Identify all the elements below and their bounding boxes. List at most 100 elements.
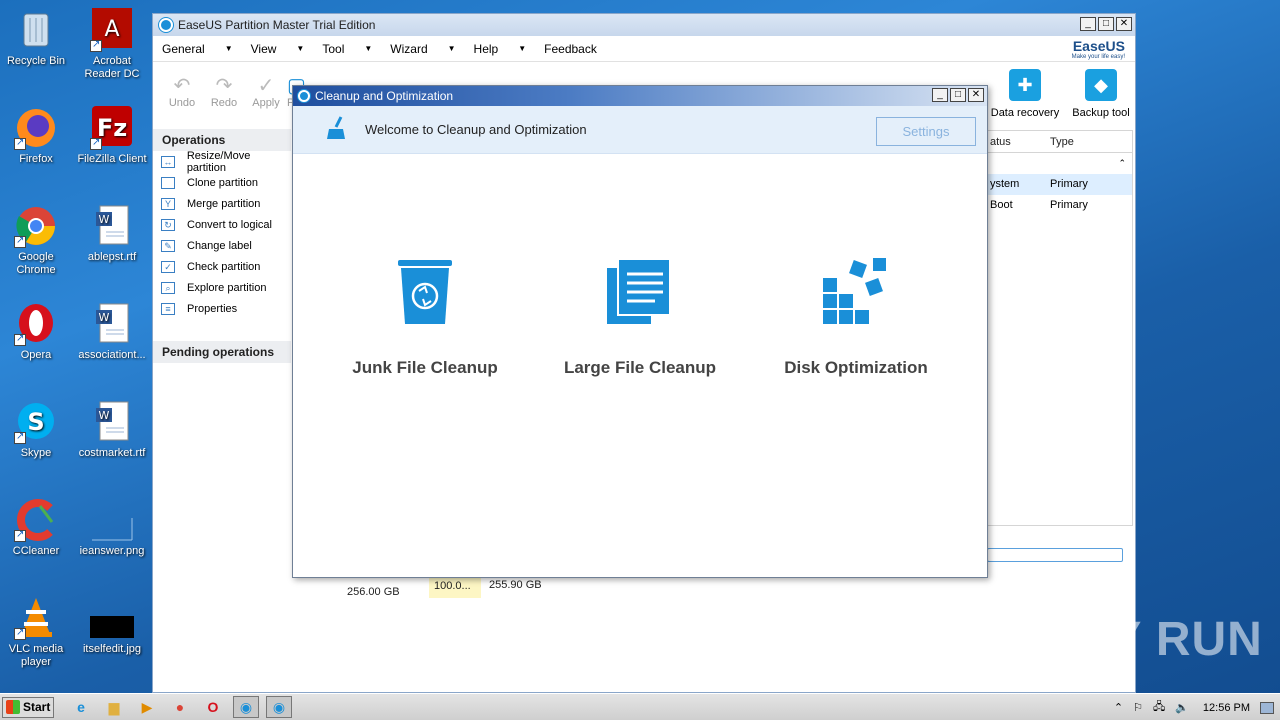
disk-optimization-icon bbox=[751, 256, 961, 326]
settings-button[interactable]: Settings bbox=[876, 117, 976, 146]
dialog-controls: _ □ ✕ bbox=[932, 88, 984, 102]
maximize-button[interactable]: □ bbox=[1098, 17, 1114, 31]
menu-feedback[interactable]: Feedback bbox=[544, 42, 597, 56]
disk-used-percent[interactable]: 100.0... bbox=[429, 578, 481, 598]
minimize-button[interactable]: _ bbox=[1080, 17, 1096, 31]
taskbar-easeus-main[interactable]: ◉ bbox=[233, 696, 259, 718]
merge-icon: Y bbox=[161, 197, 175, 210]
menu-view[interactable]: View ▼ bbox=[251, 42, 305, 56]
brand-tagline: Make your life easy! bbox=[1071, 54, 1125, 60]
main-window-controls: _ □ ✕ bbox=[1080, 17, 1132, 31]
op-label: Convert to logical bbox=[187, 218, 272, 231]
internet-explorer-icon: e bbox=[77, 699, 85, 715]
data-recovery-button[interactable]: ✚ Data recovery bbox=[987, 67, 1063, 119]
svg-text:S: S bbox=[27, 408, 44, 436]
disk-optimization-card[interactable]: Disk Optimization bbox=[751, 256, 961, 378]
word-doc-icon: W bbox=[90, 302, 134, 346]
firefox-icon bbox=[14, 106, 58, 150]
desktop-icon-opera[interactable]: Opera bbox=[0, 302, 74, 362]
easeus-logo: EaseUS Make your life easy! bbox=[1072, 38, 1125, 60]
op-explore-partition[interactable]: ⌕ Explore partition bbox=[153, 277, 291, 298]
backup-tool-button[interactable]: ◆ Backup tool bbox=[1063, 67, 1139, 119]
desktop-icon-recycle-bin[interactable]: Recycle Bin bbox=[0, 8, 74, 68]
disk-size: 256.00 GB bbox=[347, 586, 400, 598]
start-label: Start bbox=[23, 700, 51, 714]
system-tray: ⌃ ⚐ 🖧 🔈 12:56 PM bbox=[1104, 698, 1274, 717]
desktop-icon-filezilla[interactable]: Fz FileZilla Client bbox=[74, 106, 150, 166]
menu-wizard[interactable]: Wizard ▼ bbox=[390, 42, 455, 56]
menu-help[interactable]: Help ▼ bbox=[474, 42, 527, 56]
desktop-icon-costmarket[interactable]: W costmarket.rtf bbox=[74, 400, 150, 460]
dialog-title-bar[interactable]: Cleanup and Optimization bbox=[293, 86, 987, 106]
brand-name: EaseUS bbox=[1072, 38, 1125, 54]
op-label: Merge partition bbox=[187, 197, 261, 210]
desktop-icon-vlc[interactable]: VLC media player bbox=[0, 596, 74, 669]
taskbar-media-player[interactable]: ▶ bbox=[134, 696, 160, 718]
desktop-icon-itselfedit[interactable]: itselfedit.jpg bbox=[74, 596, 150, 656]
desktop-icon-label: CCleaner bbox=[12, 545, 60, 557]
op-properties[interactable]: ≡ Properties bbox=[153, 298, 291, 319]
op-resize-move[interactable]: ↔ Resize/Move partition bbox=[153, 150, 291, 174]
desktop-icon-firefox[interactable]: Firefox bbox=[0, 106, 74, 166]
close-button[interactable]: ✕ bbox=[968, 88, 984, 102]
operations-sidebar: Operations ↔ Resize/Move partition Clone … bbox=[153, 129, 291, 363]
taskbar-explorer[interactable]: ▆ bbox=[101, 696, 127, 718]
junk-file-cleanup-label: Junk File Cleanup bbox=[352, 358, 498, 377]
desktop-icon-chrome[interactable]: Google Chrome bbox=[0, 204, 74, 277]
network-icon[interactable]: 🖧 bbox=[1153, 698, 1165, 717]
desktop-icon-label: Skype bbox=[20, 447, 52, 459]
desktop-icon-acrobat[interactable]: A Acrobat Reader DC bbox=[74, 8, 150, 81]
table-row[interactable]: ystem Primary bbox=[988, 174, 1132, 195]
desktop-icon-label: FileZilla Client bbox=[77, 153, 147, 165]
minimize-button[interactable]: _ bbox=[932, 88, 948, 102]
svg-text:A: A bbox=[104, 17, 119, 42]
apply-icon: ✓ bbox=[257, 75, 275, 97]
column-status[interactable]: atus bbox=[988, 131, 1048, 152]
taskbar-chrome[interactable]: ● bbox=[167, 696, 193, 718]
desktop-icon-label: Opera bbox=[20, 349, 52, 361]
taskbar-ie[interactable]: e bbox=[68, 696, 94, 718]
cleanup-dialog: Cleanup and Optimization _ □ ✕ Welcome t… bbox=[292, 85, 988, 578]
tray-expand-icon[interactable]: ⌃ bbox=[1114, 701, 1123, 714]
dialog-title: Cleanup and Optimization bbox=[315, 89, 454, 103]
desktop-icon-skype[interactable]: S Skype bbox=[0, 400, 74, 460]
column-type[interactable]: Type bbox=[1048, 131, 1118, 152]
op-clone[interactable]: Clone partition bbox=[153, 172, 291, 193]
chevron-down-icon: ▼ bbox=[296, 44, 305, 53]
folder-icon: ▆ bbox=[108, 698, 120, 715]
desktop-icon-label: VLC media player bbox=[8, 643, 64, 668]
volume-icon[interactable]: 🔈 bbox=[1175, 701, 1189, 714]
start-button[interactable]: Start bbox=[2, 696, 54, 718]
clock[interactable]: 12:56 PM bbox=[1203, 702, 1250, 714]
apply-button[interactable]: ✓ Apply bbox=[245, 63, 287, 120]
action-center-flag-icon[interactable]: ⚐ bbox=[1133, 701, 1143, 714]
menu-bar: General ▼ View ▼ Tool ▼ Wizard ▼ Help ▼ Feedb… bbox=[153, 36, 1135, 62]
junk-file-cleanup-card[interactable]: Junk File Cleanup bbox=[320, 256, 530, 378]
redo-label: Redo bbox=[210, 97, 238, 109]
collapse-icon[interactable]: ⌃ bbox=[1118, 153, 1126, 174]
desktop-icon-ieanswer[interactable]: ieanswer.png bbox=[74, 498, 150, 558]
menu-tool[interactable]: Tool ▼ bbox=[322, 42, 372, 56]
desktop-icon-ccleaner[interactable]: CCleaner bbox=[0, 498, 74, 558]
maximize-button[interactable]: □ bbox=[950, 88, 966, 102]
show-desktop-icon[interactable] bbox=[1260, 701, 1274, 714]
main-title-bar[interactable]: EaseUS Partition Master Trial Edition bbox=[153, 14, 1135, 36]
op-change-label[interactable]: ✎ Change label bbox=[153, 235, 291, 256]
desktop-icon-associationt[interactable]: W associationt... bbox=[74, 302, 150, 362]
grid-header: atus Type bbox=[988, 131, 1132, 153]
desktop-icon-ablepst[interactable]: W ablepst.rtf bbox=[74, 204, 150, 264]
op-check-partition[interactable]: ✓ Check partition bbox=[153, 256, 291, 277]
desktop-icon-label: Recycle Bin bbox=[6, 55, 66, 67]
redo-button[interactable]: ↷ Redo bbox=[203, 63, 245, 120]
taskbar-easeus-dialog[interactable]: ◉ bbox=[266, 696, 292, 718]
large-file-cleanup-card[interactable]: Large File Cleanup bbox=[535, 256, 745, 378]
easeus-app-icon bbox=[159, 18, 173, 32]
menu-general[interactable]: General ▼ bbox=[162, 42, 233, 56]
op-convert-logical[interactable]: ↻ Convert to logical bbox=[153, 214, 291, 235]
op-merge[interactable]: Y Merge partition bbox=[153, 193, 291, 214]
grid-spacer: ⌃ bbox=[988, 153, 1132, 174]
table-row[interactable]: Boot Primary bbox=[988, 195, 1132, 216]
taskbar-opera[interactable]: O bbox=[200, 696, 226, 718]
close-button[interactable]: ✕ bbox=[1116, 17, 1132, 31]
undo-button[interactable]: ↶ Undo bbox=[161, 63, 203, 120]
